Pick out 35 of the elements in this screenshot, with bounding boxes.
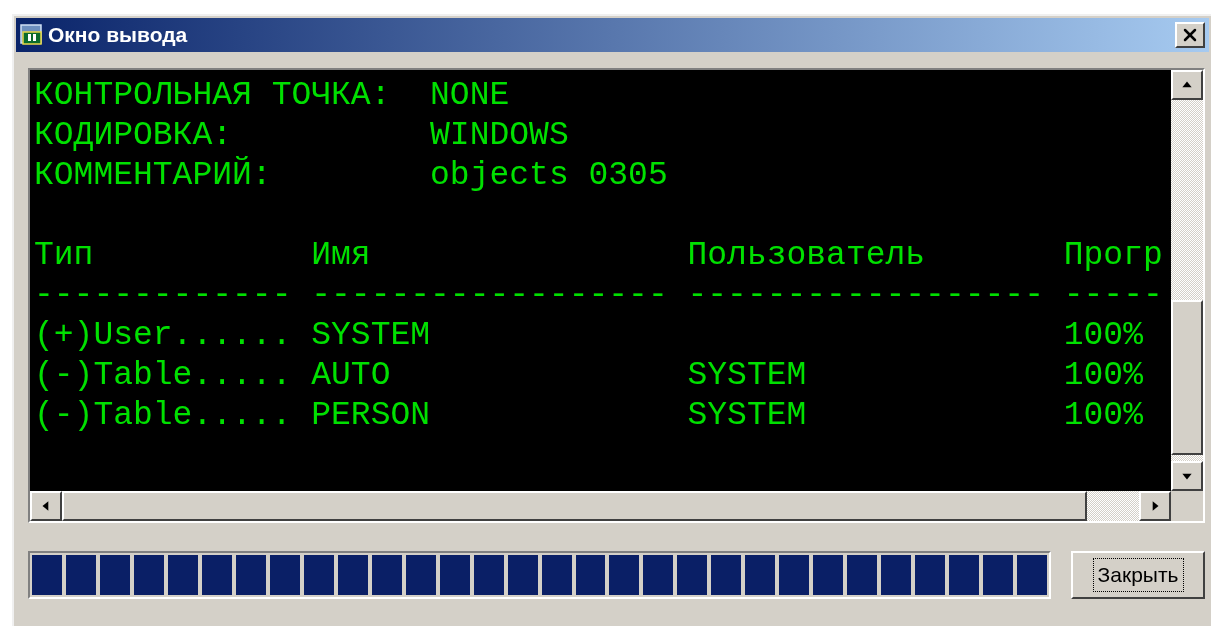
field-label: КОДИРОВКА: xyxy=(34,116,233,156)
column-header: Пользователь xyxy=(687,236,926,276)
vertical-scrollbar[interactable] xyxy=(1171,70,1203,491)
table-cell: SYSTEM xyxy=(311,316,431,356)
dashed-rule: ----- xyxy=(1063,276,1163,316)
table-cell: 100% xyxy=(1063,356,1143,396)
scroll-right-button[interactable] xyxy=(1139,491,1171,521)
table-cell: (-)Table..... xyxy=(34,356,292,396)
window-title: Окно вывода xyxy=(48,22,188,49)
close-dialog-button[interactable]: Закрыть xyxy=(1071,551,1205,599)
table-cell: 100% xyxy=(1063,396,1143,436)
window-icon xyxy=(20,24,44,46)
close-button[interactable] xyxy=(1175,22,1205,48)
scroll-down-button[interactable] xyxy=(1171,461,1203,491)
table-cell: SYSTEM xyxy=(687,396,807,436)
scrollbar-thumb[interactable] xyxy=(1171,300,1203,455)
dashed-rule: ------------------ xyxy=(311,276,668,316)
field-value: objects 0305 xyxy=(430,156,668,196)
table-cell: 100% xyxy=(1063,316,1143,356)
column-header: Тип xyxy=(34,236,94,276)
table-cell: PERSON xyxy=(311,396,431,436)
dashed-rule: ------------------ xyxy=(687,276,1044,316)
column-header: Имя xyxy=(311,236,371,276)
scroll-left-button[interactable] xyxy=(30,491,62,521)
field-value: WINDOWS xyxy=(430,116,569,156)
dashed-rule: ------------- xyxy=(34,276,292,316)
field-label: КОНТРОЛЬНАЯ ТОЧКА: xyxy=(34,76,391,116)
table-cell: AUTO xyxy=(311,356,391,396)
column-header: Прогр xyxy=(1063,236,1163,276)
table-cell: SYSTEM xyxy=(687,356,807,396)
field-label: КОММЕНТАРИЙ: xyxy=(34,156,272,196)
field-value: NONE xyxy=(430,76,510,116)
scroll-up-button[interactable] xyxy=(1171,70,1203,100)
table-cell: (-)Table..... xyxy=(34,396,292,436)
table-cell: (+)User...... xyxy=(34,316,292,356)
